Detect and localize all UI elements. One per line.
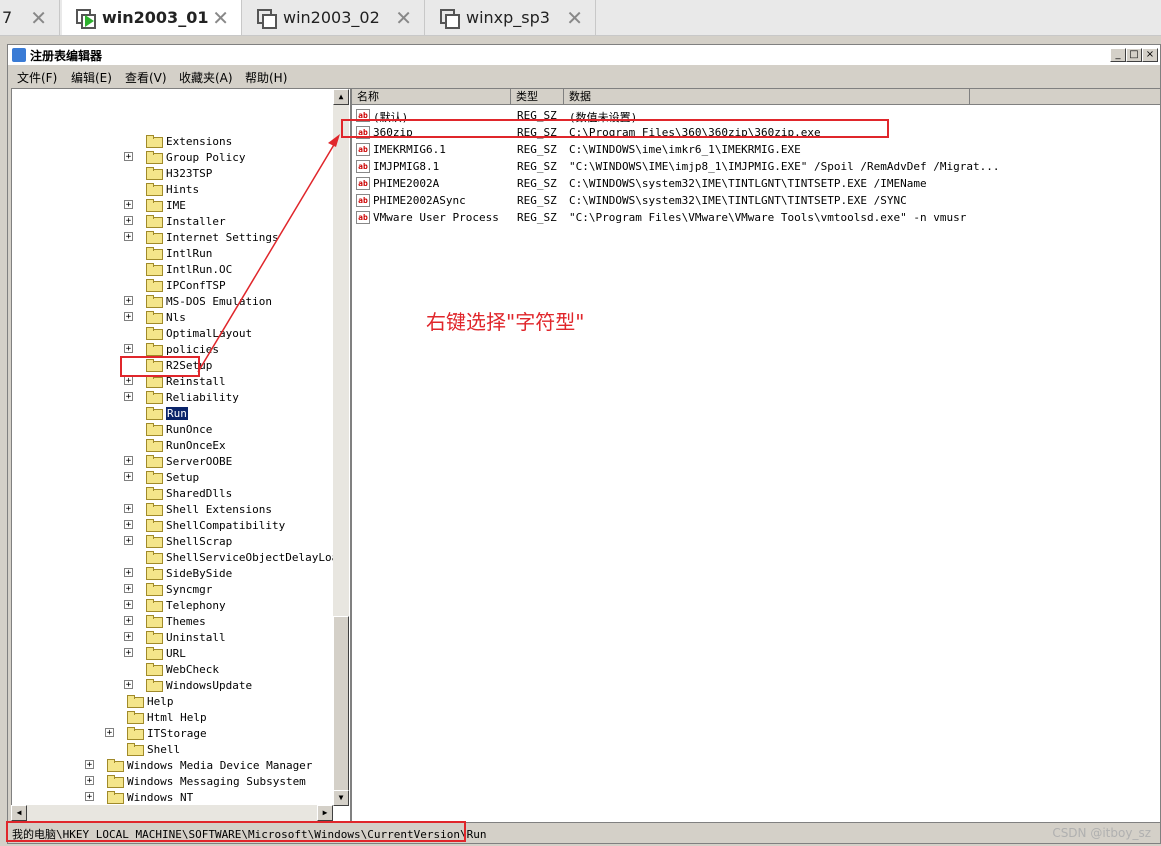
annotation-text: 右键选择"字符型" <box>426 310 585 334</box>
watermark: CSDN @itboy_sz <box>1052 826 1151 840</box>
annotation-arrow <box>197 134 340 373</box>
